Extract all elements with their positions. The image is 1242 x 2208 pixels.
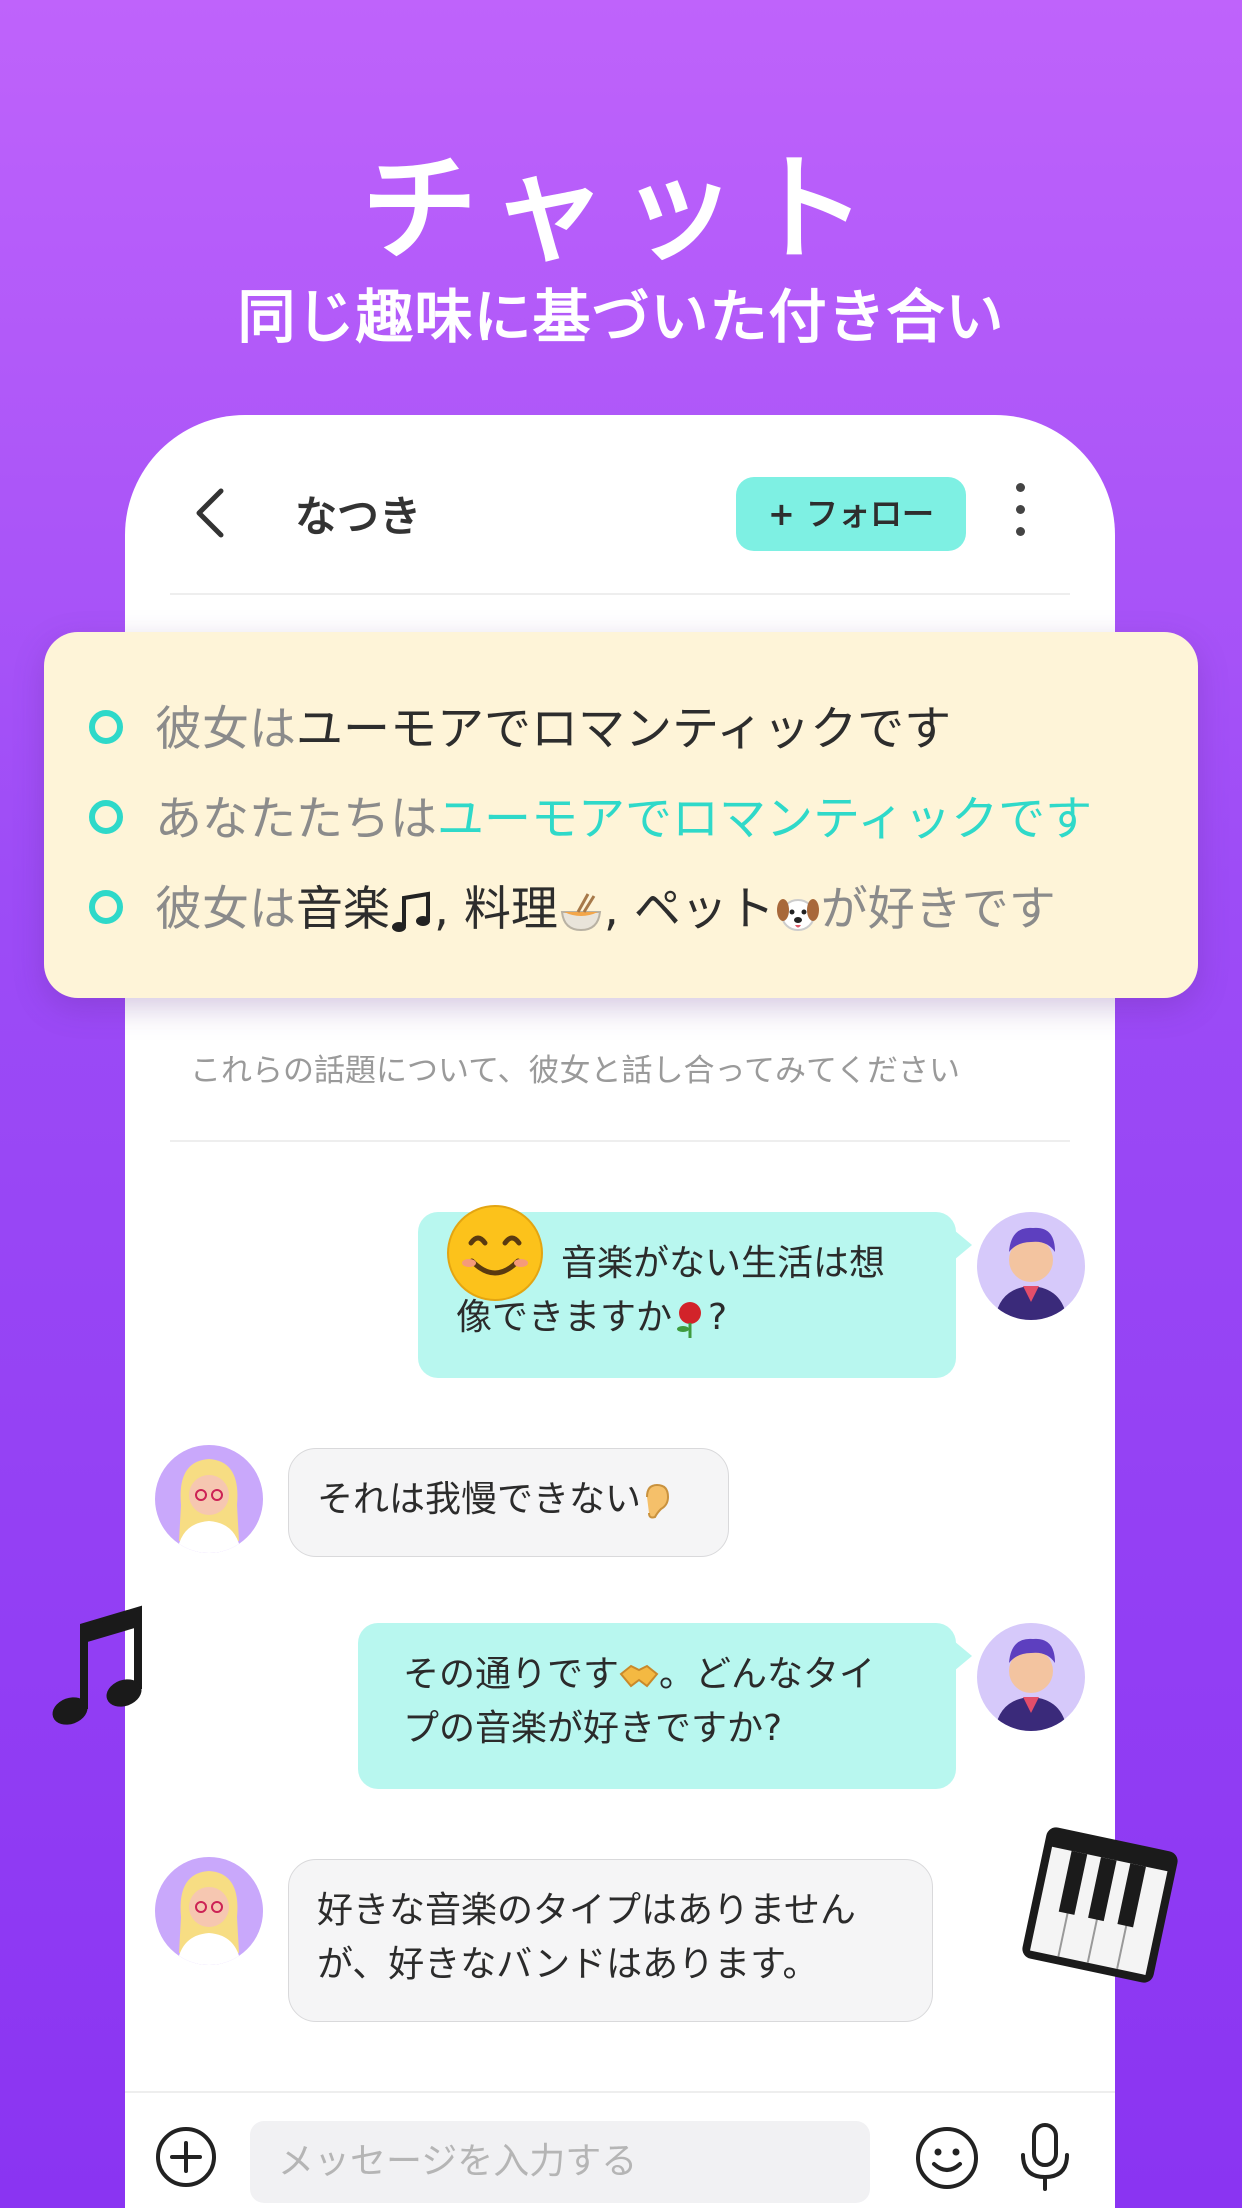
smile-emoji-icon (447, 1205, 543, 1301)
hero-title: チャット (361, 142, 881, 277)
card-text: 音楽 (296, 882, 390, 937)
hint-divider (170, 1140, 1070, 1142)
piano-icon (1022, 1827, 1178, 1983)
message-bubble-received: 好きな音楽のタイプはありません が、好きなバンドはあります。 (288, 1859, 933, 2022)
avatar-partner[interactable] (155, 1857, 263, 1965)
hero-subtitle: 同じ趣味に基づいた付き合い (237, 283, 1005, 351)
follow-button[interactable]: + フォロー (736, 477, 966, 551)
bullet-icon (89, 889, 123, 924)
plus-circle-icon[interactable] (155, 2126, 217, 2188)
more-icon[interactable] (1005, 483, 1035, 547)
avatar-me[interactable] (977, 1212, 1085, 1320)
card-text: 彼女は (155, 702, 296, 757)
music-note-icon (52, 1605, 142, 1725)
message-input[interactable]: メッセージを入力する (250, 2121, 870, 2203)
topic-hint: これらの話題について、彼女と話し合ってみてください (190, 1053, 961, 1089)
bullet-icon (89, 709, 123, 744)
rose-icon (677, 1302, 702, 1338)
handshake-icon (619, 1664, 659, 1688)
message-text: その通りです (403, 1654, 620, 1695)
card-text: , ペット (603, 882, 775, 937)
input-bar: メッセージを入力する (125, 2091, 1115, 2208)
message-bubble-received: それは我慢できない (288, 1448, 729, 1557)
card-row: 彼女はユーモアでロマンティックです (89, 690, 951, 759)
message-text: 好きな音楽のタイプはありません (317, 1890, 856, 1931)
message-text: 音楽がない生活は想 (561, 1243, 886, 1284)
back-icon[interactable] (185, 485, 241, 541)
avatar-partner[interactable] (155, 1445, 263, 1553)
message-bubble-sent: その通りです 。どんなタイ プの音楽が好きですか? (358, 1623, 956, 1789)
message-line: その通りです 。どんなタイ (403, 1648, 911, 1702)
message-text: が、好きなバンドはあります。 (317, 1944, 819, 1985)
message-text: 。どんなタイ (659, 1654, 876, 1695)
card-text: ユーモアでロマンティックです (437, 792, 1093, 847)
message-text: 像できますか (456, 1297, 673, 1338)
card-text: ユーモアでロマンティックです (296, 702, 952, 757)
message-text: それは我慢できない (317, 1479, 642, 1520)
card-text: が好きです (820, 882, 1056, 937)
bubble-tail (954, 1641, 972, 1671)
mic-icon[interactable] (1015, 2121, 1075, 2193)
message-text: ? (708, 1297, 728, 1338)
card-text: , 料理 (434, 882, 558, 937)
chat-partner-name: なつき (295, 492, 422, 541)
header-divider (170, 593, 1070, 595)
card-row: 彼女は音楽 , 料理 , ペット が好きです (89, 870, 1056, 939)
avatar-me[interactable] (977, 1623, 1085, 1731)
music-notes-icon (392, 891, 430, 932)
message-text: プの音楽が好きですか? (403, 1708, 783, 1749)
dog-icon (776, 898, 819, 931)
card-text: 彼女は (155, 882, 296, 937)
emoji-icon[interactable] (915, 2126, 979, 2190)
ramen-icon (560, 892, 602, 931)
compatibility-card: 彼女はユーモアでロマンティックです あなたたちはユーモアでロマンティックです 彼… (44, 632, 1198, 998)
ear-icon (646, 1483, 670, 1519)
bubble-tail (954, 1230, 972, 1260)
bullet-icon (89, 799, 123, 834)
card-row: あなたたちはユーモアでロマンティックです (89, 780, 1092, 849)
card-text: あなたたちは (155, 792, 437, 847)
